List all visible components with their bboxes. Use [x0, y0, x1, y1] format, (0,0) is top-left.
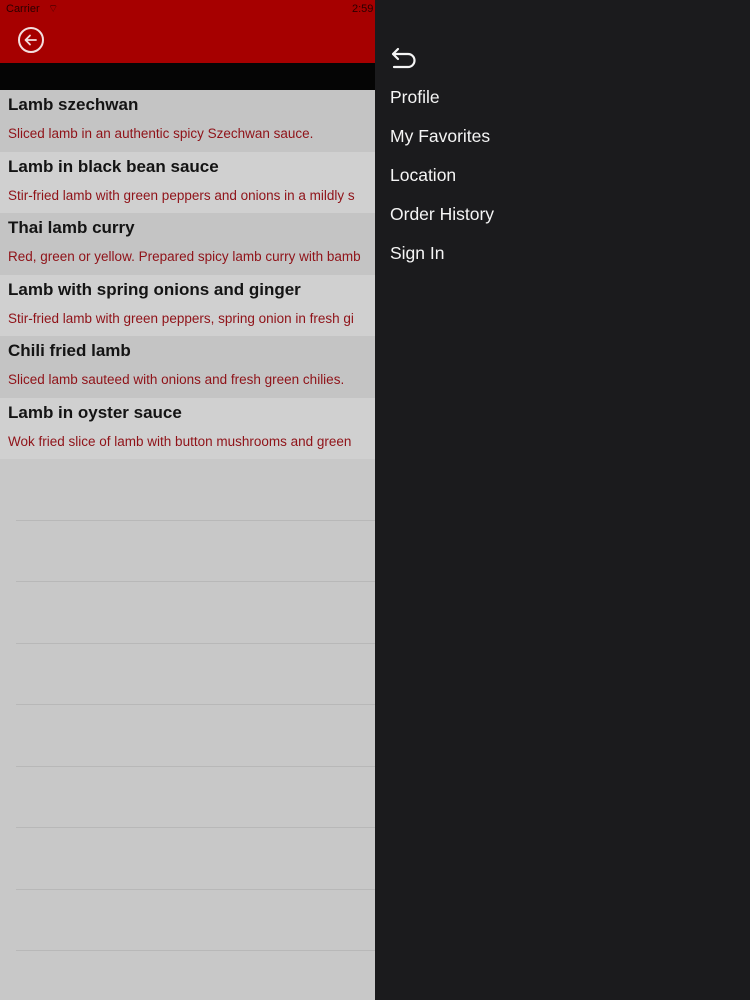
drawer-item-profile[interactable]: Profile	[390, 87, 440, 108]
dish-name: Lamb in oyster sauce	[8, 402, 182, 422]
dish-name: Lamb in black bean sauce	[8, 156, 219, 176]
undo-arrow-icon	[391, 47, 416, 69]
carrier-label: Carrier	[6, 3, 40, 15]
dish-name: Lamb szechwan	[8, 95, 139, 114]
drawer-item-favorites[interactable]: My Favorites	[390, 126, 490, 147]
side-drawer: Profile My Favorites Location Order Hist…	[375, 0, 750, 1000]
dish-name: Thai lamb curry	[8, 218, 135, 237]
dish-name: Chili fried lamb	[8, 341, 131, 360]
drawer-item-location[interactable]: Location	[390, 165, 456, 186]
dish-description: Sliced lamb sauteed with onions and fres…	[8, 372, 345, 387]
drawer-item-sign-in[interactable]: Sign In	[390, 243, 444, 264]
dish-description: Wok fried slice of lamb with button mush…	[8, 433, 352, 449]
dish-description: Stir-fried lamb with green peppers, spri…	[8, 310, 354, 326]
drawer-close-button[interactable]	[389, 44, 419, 74]
wifi-icon: ⌔	[48, 3, 59, 15]
dish-name: Lamb with spring onions and ginger	[8, 279, 301, 299]
app-screen: Carrier ⌔ 2:59 PM Lamb szechwan Sliced l…	[0, 0, 750, 1000]
dish-description: Sliced lamb in an authentic spicy Szechw…	[8, 126, 314, 141]
back-button[interactable]	[18, 27, 44, 53]
dish-description: Stir-fried lamb with green peppers and o…	[8, 187, 355, 203]
drawer-item-order-history[interactable]: Order History	[390, 204, 494, 225]
arrow-left-icon	[24, 34, 37, 46]
dish-description: Red, green or yellow. Prepared spicy lam…	[8, 249, 361, 264]
